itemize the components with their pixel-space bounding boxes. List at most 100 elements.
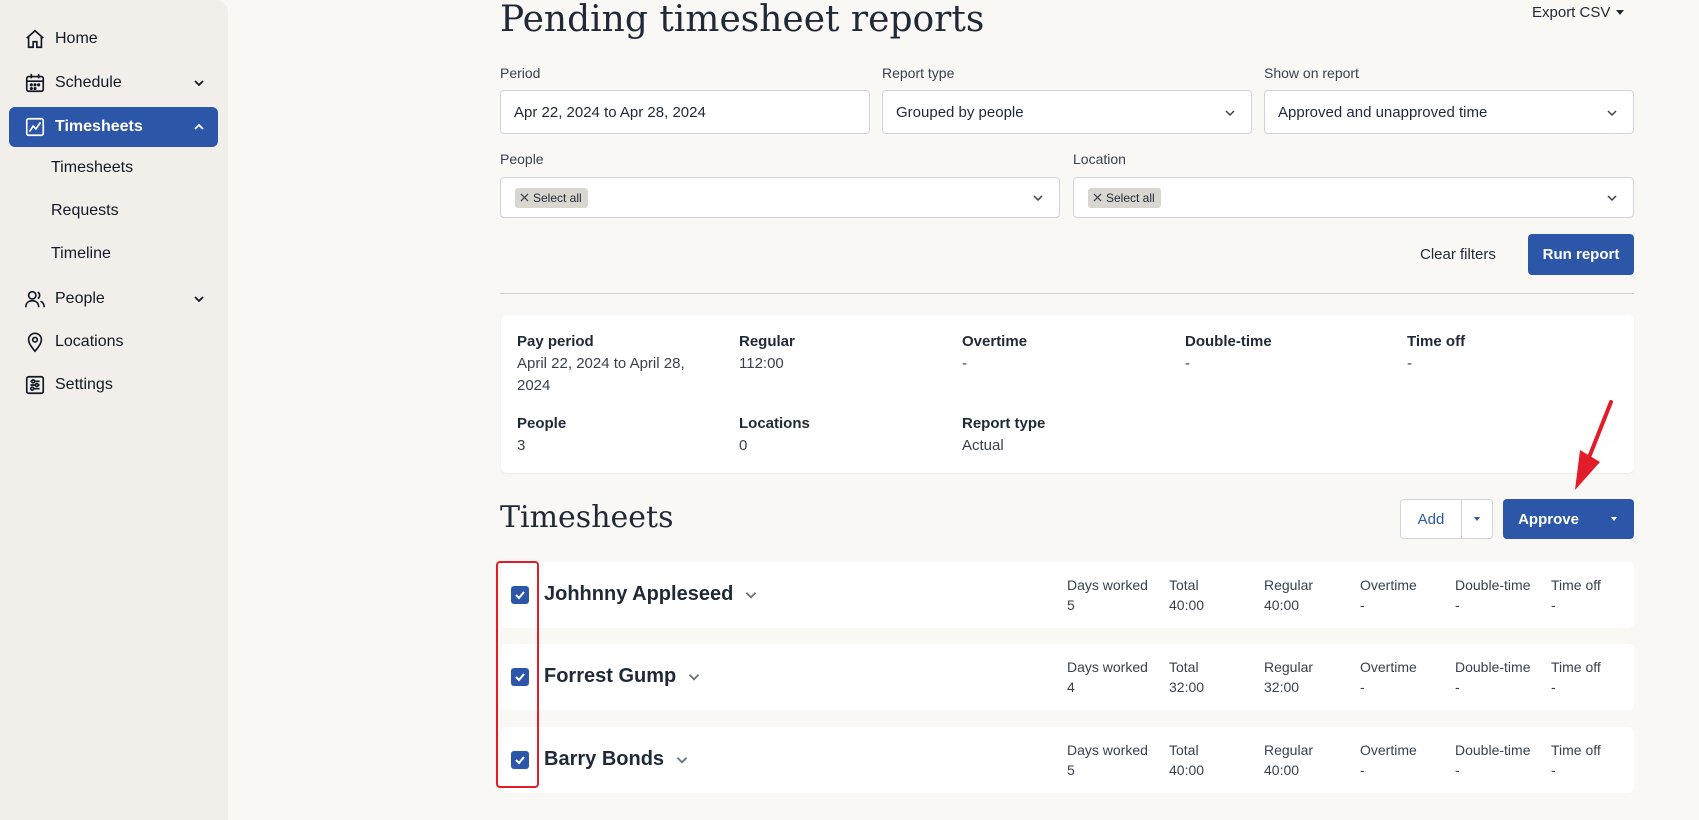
- pay-period-label: Pay period: [517, 333, 594, 350]
- chevron-down-icon: [1607, 110, 1617, 117]
- time-off-value: -: [1407, 355, 1412, 372]
- add-button-group: Add: [1400, 499, 1493, 539]
- period-value: Apr 22, 2024 to Apr 28, 2024: [514, 103, 706, 121]
- checkbox-highlight-box: [496, 561, 539, 788]
- report-type-label: Report type: [882, 65, 955, 81]
- time-off-label: Time off: [1407, 333, 1466, 350]
- time-off-col-label: Time off: [1551, 742, 1601, 758]
- select-all-chip[interactable]: Select all: [1088, 187, 1161, 208]
- sidebar-item-people[interactable]: People: [9, 279, 218, 319]
- sidebar-item-label: People: [55, 290, 105, 307]
- add-dropdown-toggle[interactable]: [1462, 500, 1492, 538]
- report-type-summary-value: Actual: [962, 437, 1004, 454]
- people-icon: [23, 287, 47, 311]
- double-time-col-value: -: [1455, 597, 1460, 613]
- regular-col-label: Regular: [1264, 742, 1314, 758]
- overtime-value: -: [962, 355, 967, 372]
- double-time-col-label: Double-time: [1455, 577, 1531, 593]
- clear-filters-button[interactable]: Clear filters: [1420, 246, 1496, 263]
- overtime-col-label: Overtime: [1360, 577, 1417, 593]
- overtime-col-value: -: [1360, 679, 1365, 695]
- people-count-value: 3: [517, 437, 526, 454]
- chevron-down-icon: [1225, 110, 1235, 117]
- time-off-col-value: -: [1551, 597, 1556, 613]
- person-name-toggle[interactable]: Johhnny Appleseed: [544, 583, 759, 606]
- regular-col-value: 40:00: [1264, 762, 1300, 778]
- divider: [500, 293, 1634, 294]
- approve-button[interactable]: Approve: [1503, 499, 1594, 539]
- total-value: 32:00: [1169, 679, 1205, 695]
- double-time-col-value: -: [1455, 762, 1460, 778]
- chevron-up-icon: [194, 123, 204, 130]
- overtime-col-label: Overtime: [1360, 659, 1417, 675]
- total-value: 40:00: [1169, 762, 1205, 778]
- sidebar-item-label: Home: [55, 30, 98, 47]
- sidebar-item-home[interactable]: Home: [9, 19, 218, 59]
- locations-count-value: 0: [739, 437, 748, 454]
- person-name: Barry Bonds: [544, 748, 665, 770]
- total-label: Total: [1169, 742, 1199, 758]
- total-value: 40:00: [1169, 597, 1205, 613]
- run-report-button[interactable]: Run report: [1528, 234, 1634, 275]
- chevron-down-icon: [1033, 195, 1043, 202]
- pay-period-value-line1: April 22, 2024 to April 28,: [517, 355, 685, 372]
- show-on-report-select[interactable]: Approved and unapproved time: [1264, 90, 1634, 134]
- export-csv-label: Export CSV: [1532, 4, 1611, 21]
- person-name-toggle[interactable]: Forrest Gump: [544, 665, 702, 688]
- sidebar-item-timesheets[interactable]: Timesheets: [9, 107, 218, 147]
- sidebar-item-locations[interactable]: Locations: [9, 322, 218, 362]
- report-type-summary-label: Report type: [962, 415, 1046, 432]
- select-all-chip[interactable]: Select all: [515, 187, 588, 208]
- days-worked-label: Days worked: [1067, 577, 1148, 593]
- chevron-down-icon: [676, 756, 688, 764]
- sidebar-subitem-timesheets[interactable]: Timesheets: [51, 156, 133, 180]
- show-on-report-label: Show on report: [1264, 65, 1359, 81]
- approve-dropdown-toggle[interactable]: [1594, 499, 1634, 539]
- overtime-label: Overtime: [962, 333, 1028, 350]
- time-off-col-label: Time off: [1551, 659, 1601, 675]
- period-label: Period: [500, 65, 541, 81]
- caret-down-icon: [1611, 517, 1617, 521]
- overtime-col-value: -: [1360, 597, 1365, 613]
- sidebar-item-settings[interactable]: Settings: [9, 365, 218, 405]
- days-worked-value: 4: [1067, 679, 1075, 695]
- location-multiselect[interactable]: Select all: [1073, 177, 1634, 218]
- home-icon: [23, 27, 47, 51]
- sidebar-subitem-requests[interactable]: Requests: [51, 199, 119, 223]
- sliders-icon: [23, 373, 47, 397]
- double-time-col-label: Double-time: [1455, 659, 1531, 675]
- time-off-col-value: -: [1551, 762, 1556, 778]
- people-count-label: People: [517, 415, 567, 432]
- chip-label: Select all: [533, 190, 582, 205]
- report-type-select[interactable]: Grouped by people: [882, 90, 1252, 134]
- export-csv-button[interactable]: Export CSV: [1532, 4, 1625, 21]
- sidebar-subitem-timeline[interactable]: Timeline: [51, 242, 111, 266]
- people-filter-label: People: [500, 151, 544, 167]
- chevron-down-icon: [746, 591, 757, 599]
- days-worked-value: 5: [1067, 762, 1075, 778]
- regular-col-label: Regular: [1264, 577, 1314, 593]
- period-field[interactable]: Apr 22, 2024 to Apr 28, 2024: [500, 90, 870, 134]
- sidebar-item-label: Schedule: [55, 74, 122, 91]
- person-name-toggle[interactable]: Barry Bonds: [544, 748, 690, 771]
- report-type-value: Grouped by people: [896, 103, 1024, 121]
- regular-value: 112:00: [739, 355, 784, 372]
- calendar-icon: [23, 71, 47, 95]
- sidebar-item-schedule[interactable]: Schedule: [9, 63, 218, 103]
- overtime-col-label: Overtime: [1360, 742, 1417, 758]
- chevron-down-icon: [194, 296, 204, 303]
- regular-col-value: 40:00: [1264, 597, 1300, 613]
- regular-label: Regular: [739, 333, 795, 350]
- add-button[interactable]: Add: [1401, 500, 1462, 538]
- close-icon[interactable]: [520, 193, 529, 202]
- close-icon[interactable]: [1093, 193, 1102, 202]
- caret-down-icon: [1616, 10, 1625, 15]
- red-arrow-icon: [1575, 400, 1613, 490]
- sidebar-item-label: Locations: [55, 333, 124, 350]
- days-worked-value: 5: [1067, 597, 1075, 613]
- regular-col-label: Regular: [1264, 659, 1314, 675]
- people-multiselect[interactable]: Select all: [500, 177, 1060, 218]
- sidebar-item-label: Settings: [55, 376, 113, 393]
- person-name: Johhnny Appleseed: [544, 583, 734, 605]
- page-title: Pending timesheet reports: [500, 0, 985, 40]
